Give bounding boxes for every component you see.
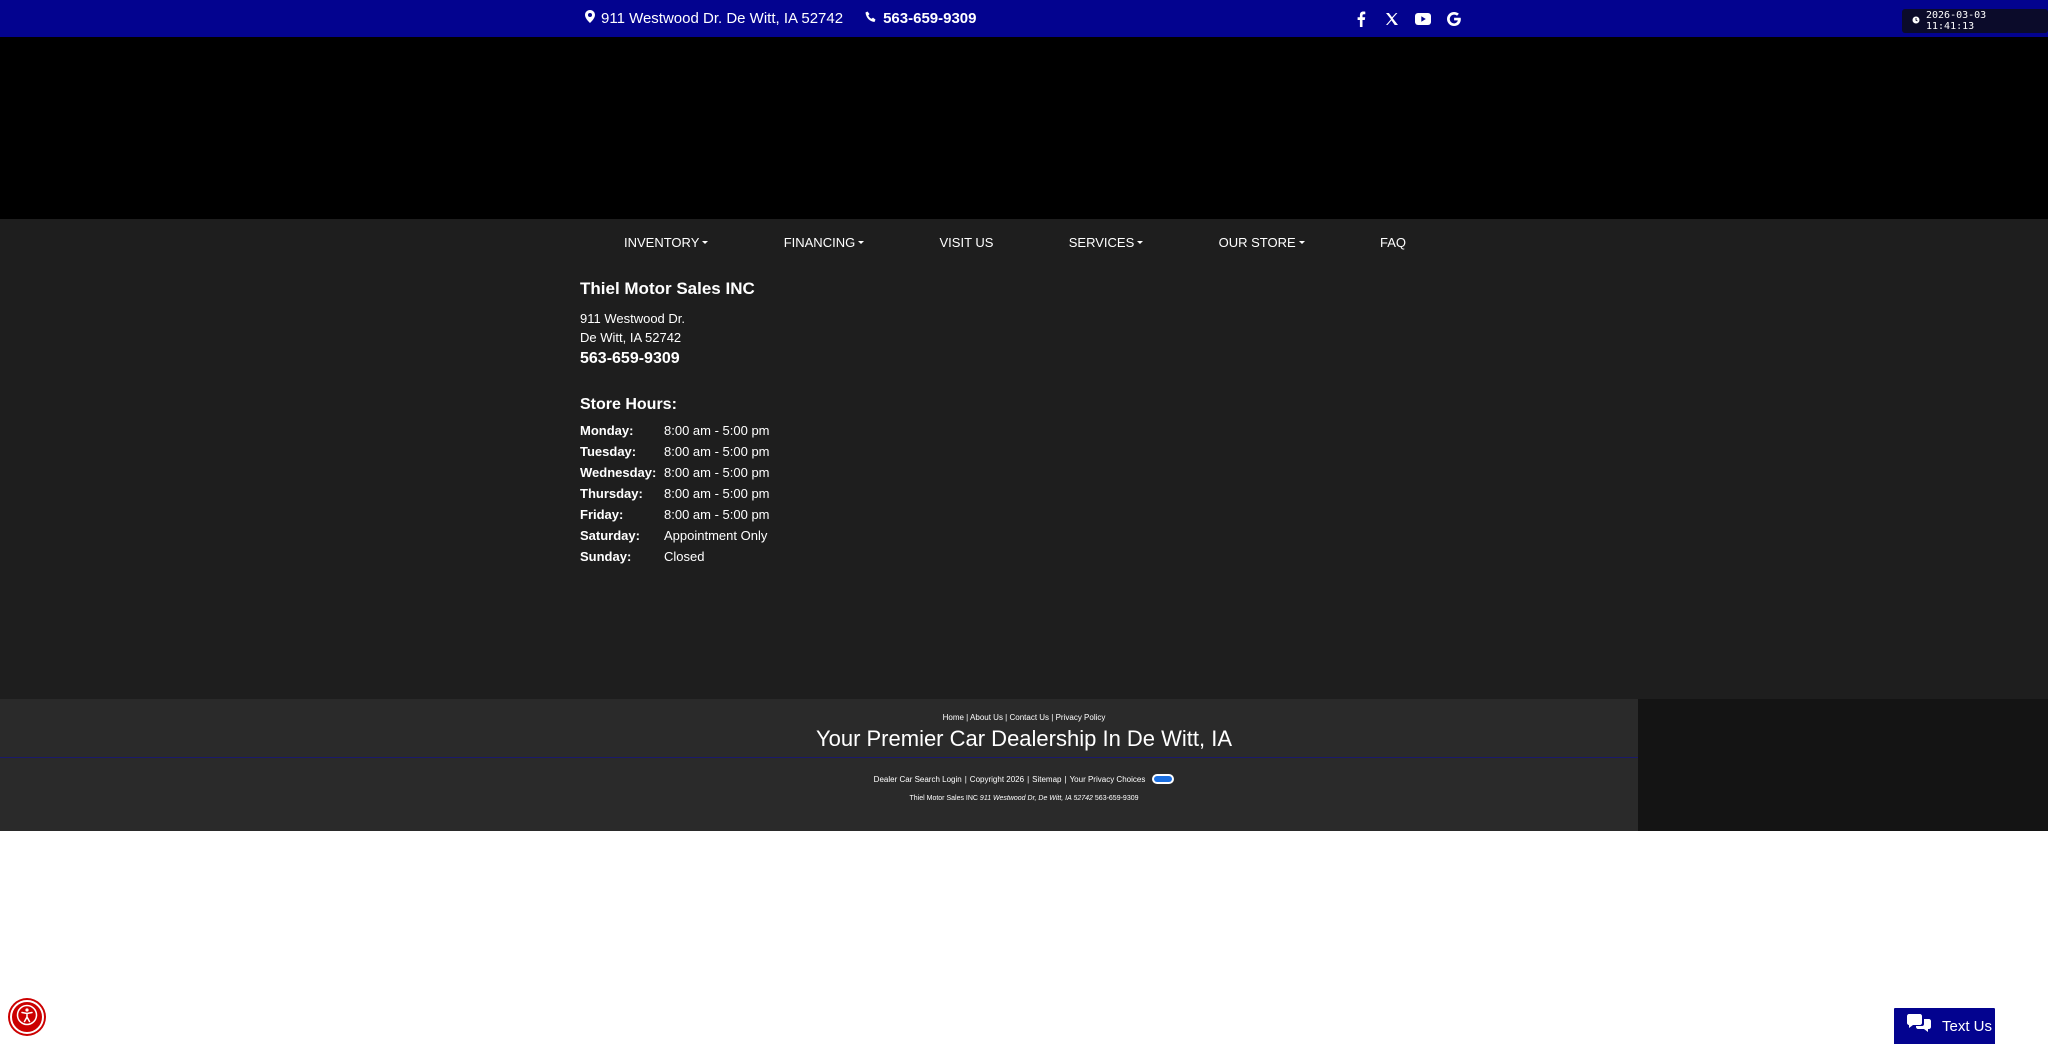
- caret-down-icon: [858, 240, 865, 244]
- accessibility-button[interactable]: [10, 1000, 44, 1034]
- clock-icon: [1912, 16, 1920, 27]
- nav-our-store[interactable]: OUR STORE: [1219, 235, 1305, 250]
- text-us-label: Text Us: [1942, 1017, 1993, 1035]
- footer: Home | About Us | Contact Us | Privacy P…: [0, 699, 2048, 831]
- hours-time: 8:00 am - 5:00 pm: [664, 507, 770, 522]
- footer-link-about[interactable]: About Us: [970, 713, 1003, 722]
- footer-dealer-phone[interactable]: 563-659-9309: [1095, 795, 1139, 802]
- text-us-button[interactable]: Text Us: [1892, 1006, 1997, 1044]
- footer-link-home[interactable]: Home: [943, 713, 964, 722]
- nav-faq-label: FAQ: [1379, 234, 1406, 250]
- hours-row: Wednesday: 8:00 am - 5:00 pm: [580, 462, 770, 483]
- nav-visit-us[interactable]: VISIT US: [940, 235, 994, 250]
- footer-link-contact[interactable]: Contact Us: [1009, 713, 1049, 722]
- store-info: Thiel Motor Sales INC 911 Westwood Dr. D…: [580, 279, 980, 567]
- x-twitter-icon[interactable]: [1383, 10, 1401, 28]
- main-nav: INVENTORY FINANCING VISIT US SERVICES OU…: [580, 219, 1450, 265]
- hours-day: Saturday:: [580, 528, 640, 543]
- hours-day: Friday:: [580, 507, 624, 522]
- copyright-text: Copyright 2026: [969, 774, 1025, 784]
- social-links: [1352, 0, 1463, 37]
- footer-dealer-info: Thiel Motor Sales INC 911 Westwood Dr, D…: [0, 795, 2048, 802]
- hours-row: Monday: 8:00 am - 5:00 pm: [580, 420, 770, 441]
- nav-financing-label: FINANCING: [783, 234, 856, 250]
- hero-banner: [0, 37, 2048, 219]
- map-pin-icon: [585, 10, 595, 27]
- footer-divider: [0, 757, 1638, 758]
- hours-row: Friday: 8:00 am - 5:00 pm: [580, 504, 770, 525]
- hours-day: Monday:: [580, 423, 634, 438]
- nav-inventory[interactable]: INVENTORY: [624, 234, 709, 250]
- store-city: De Witt, IA 52742: [580, 330, 682, 345]
- footer-dealer-address: 911 Westwood Dr, De Witt, IA 52742: [979, 795, 1093, 802]
- hours-day: Wednesday:: [580, 465, 657, 480]
- store-phone[interactable]: 563-659-9309: [580, 350, 980, 368]
- hours-row: Thursday: 8:00 am - 5:00 pm: [580, 483, 770, 504]
- hours-day: Tuesday:: [580, 444, 637, 459]
- hours-time: Closed: [664, 549, 705, 564]
- privacy-choices-link[interactable]: Your Privacy Choices: [1070, 775, 1146, 784]
- footer-link-privacy[interactable]: Privacy Policy: [1056, 713, 1106, 722]
- footer-links: Home | About Us | Contact Us | Privacy P…: [942, 713, 1106, 722]
- hours-title: Store Hours:: [580, 396, 677, 413]
- footer-dealer-name: Thiel Motor Sales INC: [909, 795, 978, 802]
- hours-time: 8:00 am - 5:00 pm: [664, 444, 770, 459]
- contact-info: 911 Westwood Dr. De Witt, IA 52742 563-6…: [585, 0, 977, 37]
- nav-services-label: SERVICES: [1068, 234, 1135, 250]
- accessibility-icon: [16, 1004, 38, 1031]
- facebook-icon[interactable]: [1352, 10, 1370, 28]
- caret-down-icon: [1137, 240, 1144, 244]
- nav-faq[interactable]: FAQ: [1380, 235, 1406, 250]
- nav-inventory-label: INVENTORY: [624, 234, 700, 250]
- store-name: Thiel Motor Sales INC: [580, 279, 755, 298]
- hours-row: Sunday: Closed: [580, 546, 770, 567]
- sitemap-link[interactable]: Sitemap: [1032, 775, 1061, 784]
- nav-visit-us-label: VISIT US: [939, 234, 994, 250]
- hours-table: Monday: 8:00 am - 5:00 pm Tuesday: 8:00 am…: [580, 420, 770, 567]
- nav-our-store-label: OUR STORE: [1218, 234, 1296, 250]
- hours-time: 8:00 am - 5:00 pm: [664, 465, 770, 480]
- datetime-badge: 2026-03-03 11:41:13: [1902, 9, 2048, 33]
- footer-bottom-links: Dealer Car Search Login | Copyright 2026 |…: [0, 774, 2048, 784]
- address-link[interactable]: 911 Westwood Dr. De Witt, IA 52742: [601, 10, 843, 27]
- caret-down-icon: [1298, 240, 1305, 244]
- phone-link[interactable]: 563-659-9309: [883, 10, 976, 27]
- hours-row: Tuesday: 8:00 am - 5:00 pm: [580, 441, 770, 462]
- google-icon[interactable]: [1445, 10, 1463, 28]
- nav-financing[interactable]: FINANCING: [784, 235, 865, 250]
- datetime-text: 2026-03-03 11:41:13: [1926, 10, 1987, 32]
- store-street: 911 Westwood Dr.: [580, 311, 686, 326]
- hours-time: 8:00 am - 5:00 pm: [664, 423, 770, 438]
- dealer-login-link[interactable]: Dealer Car Search Login: [874, 775, 962, 784]
- phone-icon: [865, 10, 877, 27]
- hours-time: Appointment Only: [664, 528, 768, 543]
- hours-day: Thursday:: [580, 486, 643, 501]
- youtube-icon[interactable]: [1414, 10, 1432, 28]
- hours-day: Sunday:: [580, 549, 632, 564]
- hours-row: Saturday: Appointment Only: [580, 525, 770, 546]
- footer-tagline: Your Premier Car Dealership In De Witt, …: [815, 726, 1233, 751]
- privacy-choices-icon[interactable]: [1152, 774, 1175, 784]
- chat-bubbles-icon: [1906, 1014, 1932, 1038]
- nav-services[interactable]: SERVICES: [1069, 235, 1144, 250]
- top-bar: 911 Westwood Dr. De Witt, IA 52742 563-6…: [0, 0, 2048, 37]
- main-content: INVENTORY FINANCING VISIT US SERVICES OU…: [0, 219, 2048, 699]
- caret-down-icon: [702, 240, 709, 244]
- hours-time: 8:00 am - 5:00 pm: [664, 486, 770, 501]
